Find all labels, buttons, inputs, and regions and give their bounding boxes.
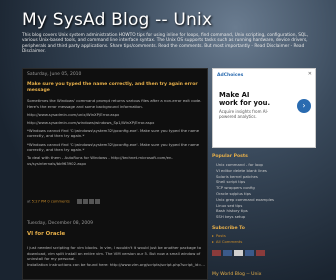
share-email-icon[interactable] <box>76 199 82 204</box>
subscribe-title: Subscribe To <box>212 225 245 231</box>
world-blog-title[interactable]: My World Blog -- Unix <box>212 272 261 277</box>
post-body: I just needed scripting for vim blocks. … <box>27 245 205 267</box>
post-footer: at 5:27 PM 0 comments <box>27 199 205 204</box>
share-facebook-icon[interactable] <box>94 199 100 204</box>
post-link[interactable]: http://www.sysadmin.com/unix/WinXP/Error… <box>27 112 205 118</box>
post-paragraph: Sometimes the Windows' command prompt re… <box>27 98 202 109</box>
ad-headline: Make AI work for you. <box>219 91 270 107</box>
post-body: Sometimes the Windows' command prompt re… <box>27 98 205 169</box>
post-timestamp-link[interactable]: 5:27 PM <box>32 200 46 204</box>
ad-close-icon[interactable]: ✕ <box>308 71 312 77</box>
flag-icon <box>212 249 221 256</box>
blog-title[interactable]: My SysAd Blog -- Unix <box>22 10 322 30</box>
subscribe-comments[interactable]: ▸ All Comments <box>212 239 318 245</box>
popular-post-link[interactable]: SSH keys setup <box>212 214 318 220</box>
flag-icon <box>223 249 232 256</box>
subscribe-label: Posts <box>215 232 226 238</box>
subscribe-label: All Comments <box>215 238 243 244</box>
flag-counter <box>212 249 318 256</box>
main-column: Saturday, June 05, 2010 Make sure you ty… <box>22 68 208 280</box>
flag-icon <box>245 249 254 256</box>
ad-logo: AdChoices <box>217 73 244 78</box>
flag-icon <box>256 249 265 256</box>
ad-subtext: Acquire insights from AI-powered analyti… <box>219 109 269 119</box>
advertisement[interactable]: AdChoices ✕ Make AI work for you. Acquir… <box>212 68 316 148</box>
ad-headline-line: work for you. <box>219 99 271 107</box>
post-paragraph: To deal with them - AutoRuns for Windows… <box>27 155 173 166</box>
post-paragraph: *Windows cannot find 'C:\windows\system3… <box>27 141 200 153</box>
post-date: Saturday, June 05, 2010 <box>27 72 82 77</box>
post-comments-link[interactable]: 0 comments <box>47 200 69 204</box>
popular-posts-title: Popular Posts <box>212 154 248 159</box>
post-paragraph: I just needed scripting for vim blocks. … <box>27 245 202 262</box>
post-date: Tuesday, December 08, 2009 <box>27 221 93 226</box>
share-twitter-icon[interactable] <box>88 199 94 204</box>
post-paragraph: *Windows cannot find 'C:\windows\system3… <box>27 127 200 139</box>
share-blog-icon[interactable] <box>82 199 88 204</box>
ad-chevron-icon[interactable]: › <box>297 99 311 113</box>
flag-icon <box>234 249 243 256</box>
blog-header: My SysAd Blog -- Unix This blog covers U… <box>22 10 322 62</box>
share-buttons <box>76 199 100 204</box>
post-title[interactable]: Make sure you typed the name correctly, … <box>27 82 203 93</box>
rss-icon: ▸ <box>212 232 214 238</box>
post-link[interactable]: http://www.sysadmin.com/windows/windows_… <box>27 120 205 126</box>
popular-posts-list: Unix command - for loop VI editor delete… <box>212 162 318 220</box>
post-footer-prefix: at <box>27 199 31 204</box>
subscribe-list: ▸ Posts ▸ All Comments <box>212 233 318 245</box>
blog-description: This blog covers Unix system administrat… <box>22 33 309 55</box>
rss-icon: ▸ <box>212 238 214 244</box>
sidebar: AdChoices ✕ Make AI work for you. Acquir… <box>212 68 318 280</box>
post-title[interactable]: VI for Oracle <box>27 231 65 237</box>
ad-headline-line: Make AI <box>219 91 250 99</box>
post-paragraph: Installation instructions can be found h… <box>27 261 205 267</box>
